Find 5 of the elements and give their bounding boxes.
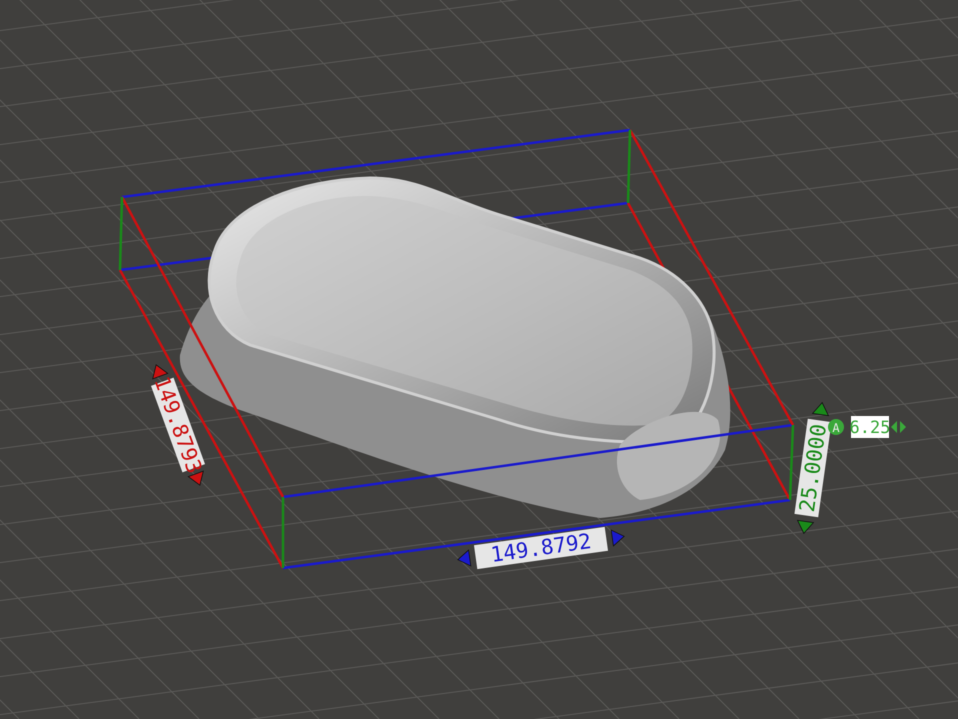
dimension-label[interactable]: 25.0000	[794, 418, 832, 518]
decrease-arrow-icon[interactable]	[891, 421, 897, 433]
increase-arrow-icon[interactable]	[900, 421, 906, 433]
snap-badge: A	[828, 419, 844, 435]
dimension-label[interactable]: 149.8792	[474, 526, 608, 570]
